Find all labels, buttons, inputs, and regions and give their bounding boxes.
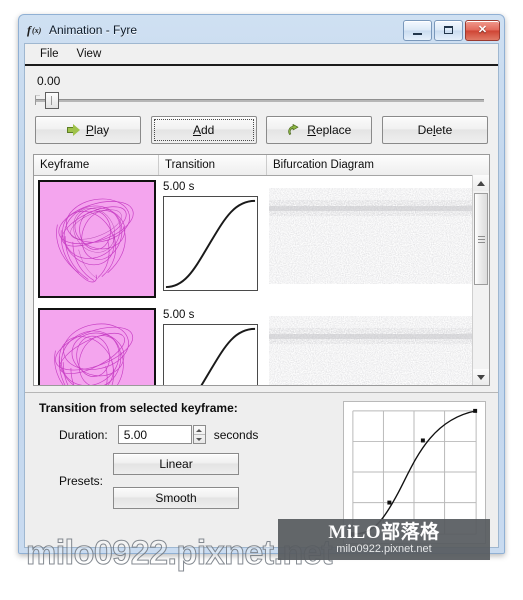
- preset-button-group: Linear Smooth: [113, 453, 240, 509]
- watermark-url: milo0922.pixnet.net: [336, 543, 432, 555]
- close-icon: ✕: [477, 23, 488, 36]
- column-header-keyframe[interactable]: Keyframe: [34, 155, 159, 175]
- table-body: 5.00 s 5.00 s: [34, 176, 489, 385]
- application-window: f (x) Animation - Fyre ✕ File View 0.00 …: [18, 14, 505, 554]
- transition-curve-thumbnail[interactable]: [163, 324, 258, 385]
- duration-value: 5.00: [123, 427, 148, 442]
- scroll-down-button[interactable]: [473, 369, 489, 385]
- keyframe-table[interactable]: Keyframe Transition Bifurcation Diagram: [33, 154, 490, 386]
- duration-step-down-button[interactable]: [194, 435, 205, 443]
- replace-button-label: Replace: [307, 123, 352, 137]
- delete-button[interactable]: Delete: [381, 116, 488, 144]
- transition-cell[interactable]: 5.00 s: [159, 304, 267, 385]
- menu-bar: File View: [25, 44, 498, 66]
- toolbar-zone: 0.00 Play Add Replace Delete: [25, 66, 498, 154]
- chevron-up-icon: [477, 180, 485, 186]
- keyframe-cell[interactable]: [34, 304, 159, 385]
- add-button-label: Add: [192, 123, 215, 137]
- action-button-row: Play Add Replace Delete: [33, 107, 490, 154]
- duration-step-up-button[interactable]: [193, 426, 205, 435]
- watermark-title: MiLO部落格: [328, 522, 440, 543]
- presets-row: Presets: Linear Smooth: [59, 453, 240, 509]
- bifurcation-cell[interactable]: [267, 176, 489, 288]
- timeline-slider[interactable]: [35, 91, 488, 109]
- chevron-down-icon: [477, 374, 485, 380]
- transition-cell[interactable]: 5.00 s: [159, 176, 267, 291]
- function-fx-icon: f (x): [27, 22, 43, 38]
- replace-button[interactable]: Replace: [266, 116, 373, 144]
- slider-thumb[interactable]: [45, 92, 59, 109]
- svg-text:(x): (x): [32, 26, 42, 35]
- maximize-button[interactable]: [434, 19, 463, 41]
- scrollbar-thumb[interactable]: [474, 193, 488, 285]
- minimize-icon: [413, 32, 422, 35]
- play-button-label: Play: [85, 123, 110, 137]
- bifurcation-cell[interactable]: [267, 304, 489, 385]
- preset-linear-button[interactable]: Linear: [113, 453, 240, 475]
- minimize-button[interactable]: [403, 19, 432, 41]
- duration-input[interactable]: 5.00: [117, 425, 192, 444]
- keyframe-thumbnail[interactable]: [38, 180, 156, 298]
- keyframe-cell[interactable]: [34, 176, 159, 298]
- transition-curve-thumbnail[interactable]: [163, 196, 258, 291]
- scrollbar-grip-icon: [477, 234, 485, 245]
- table-row[interactable]: 5.00 s: [34, 304, 489, 385]
- client-area: File View 0.00 Play Add Replace Delete K…: [24, 43, 499, 548]
- window-title: Animation - Fyre: [49, 23, 138, 37]
- panel-title: Transition from selected keyframe:: [39, 401, 238, 415]
- chevron-down-icon: [196, 437, 203, 441]
- duration-row: Duration: 5.00 seconds: [59, 425, 258, 444]
- play-arrow-icon: [66, 124, 80, 136]
- preset-smooth-button[interactable]: Smooth: [113, 487, 240, 509]
- keyframe-thumbnail[interactable]: [38, 308, 156, 385]
- presets-label: Presets:: [59, 474, 104, 488]
- vertical-scrollbar[interactable]: [472, 175, 489, 385]
- transition-duration-label: 5.00 s: [163, 309, 195, 321]
- table-header-row: Keyframe Transition Bifurcation Diagram: [34, 155, 489, 176]
- time-readout: 0.00: [37, 74, 61, 88]
- title-bar: f (x) Animation - Fyre ✕: [19, 15, 504, 45]
- duration-label: Duration:: [59, 427, 108, 442]
- chevron-up-icon: [196, 428, 203, 432]
- watermark-badge: MiLO部落格 milo0922.pixnet.net: [278, 519, 490, 560]
- duration-stepper[interactable]: [192, 425, 206, 444]
- table-row[interactable]: 5.00 s: [34, 176, 489, 304]
- menu-item-file[interactable]: File: [31, 46, 68, 62]
- slider-left-tick: [35, 95, 40, 105]
- menu-item-view[interactable]: View: [68, 46, 111, 62]
- transition-duration-label: 5.00 s: [163, 181, 195, 193]
- replace-arrow-icon: [287, 123, 301, 137]
- bifurcation-diagram: [269, 308, 485, 385]
- add-button[interactable]: Add: [150, 116, 257, 144]
- duration-units-label: seconds: [213, 427, 259, 442]
- scroll-up-button[interactable]: [473, 175, 489, 191]
- desktop-background: f (x) Animation - Fyre ✕ File View 0.00 …: [0, 0, 523, 600]
- maximize-icon: [444, 26, 453, 34]
- close-button[interactable]: ✕: [465, 19, 500, 41]
- column-header-bifurcation[interactable]: Bifurcation Diagram: [267, 155, 489, 175]
- slider-track[interactable]: [35, 99, 484, 102]
- play-button[interactable]: Play: [35, 116, 141, 144]
- bifurcation-diagram: [269, 180, 485, 288]
- column-header-transition[interactable]: Transition: [159, 155, 267, 175]
- delete-button-label: Delete: [417, 123, 453, 137]
